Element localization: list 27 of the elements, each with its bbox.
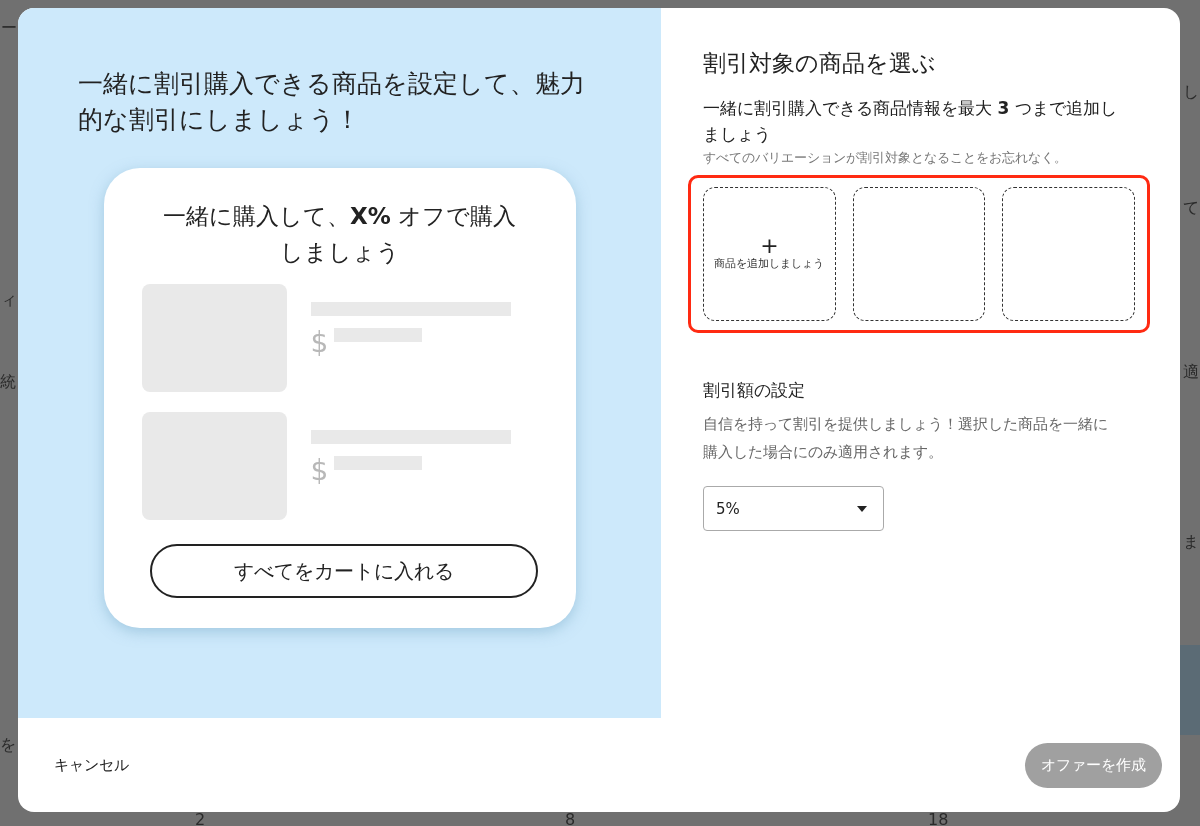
background-text: ー: [1, 18, 17, 39]
discount-select[interactable]: 5%: [703, 486, 884, 531]
add-all-to-cart-button[interactable]: すべてをカートに入れる: [149, 544, 538, 598]
background-text: し: [1183, 82, 1199, 103]
empty-product-slot[interactable]: [1002, 187, 1135, 321]
empty-product-slot[interactable]: [852, 187, 986, 321]
caret-icon: [857, 505, 867, 512]
cancel-button[interactable]: キャンセル: [44, 747, 139, 783]
preview-card-title: 一緒に購入して、X% オフで購入しましょう: [161, 202, 518, 267]
background-text: 適: [1183, 362, 1199, 383]
section-description: 一緒に割引購入できる商品情報を最大 3 つまで追加しましょう: [703, 97, 1118, 146]
background-text: 18: [928, 810, 949, 826]
background-text: ま: [1183, 532, 1199, 553]
preview-headline: 一緒に割引購入できる商品を設定して、魅力的な割引にしましょう！: [78, 68, 586, 136]
section-title: 割引対象の商品を選ぶ: [703, 49, 937, 78]
currency-symbol: $: [310, 456, 329, 486]
background-text: 8: [565, 810, 576, 826]
section-note: すべてのバリエーションが割引対象となることをお忘れなく。: [703, 149, 1068, 167]
discount-description: 自信を持って割引を提供しましょう！選択した商品を一緒に購入した場合にのみ適用されます。: [703, 414, 1108, 463]
currency-symbol: $: [310, 328, 329, 358]
background-text: ィ: [1, 290, 17, 311]
discount-title: 割引額の設定: [703, 379, 806, 402]
background-text: 2: [195, 810, 206, 826]
background-text: 統: [0, 372, 16, 393]
background-text: を: [0, 735, 16, 756]
background-text: て: [1183, 198, 1199, 219]
add-product-slot[interactable]: + 商品を追加しましょう: [703, 187, 836, 321]
